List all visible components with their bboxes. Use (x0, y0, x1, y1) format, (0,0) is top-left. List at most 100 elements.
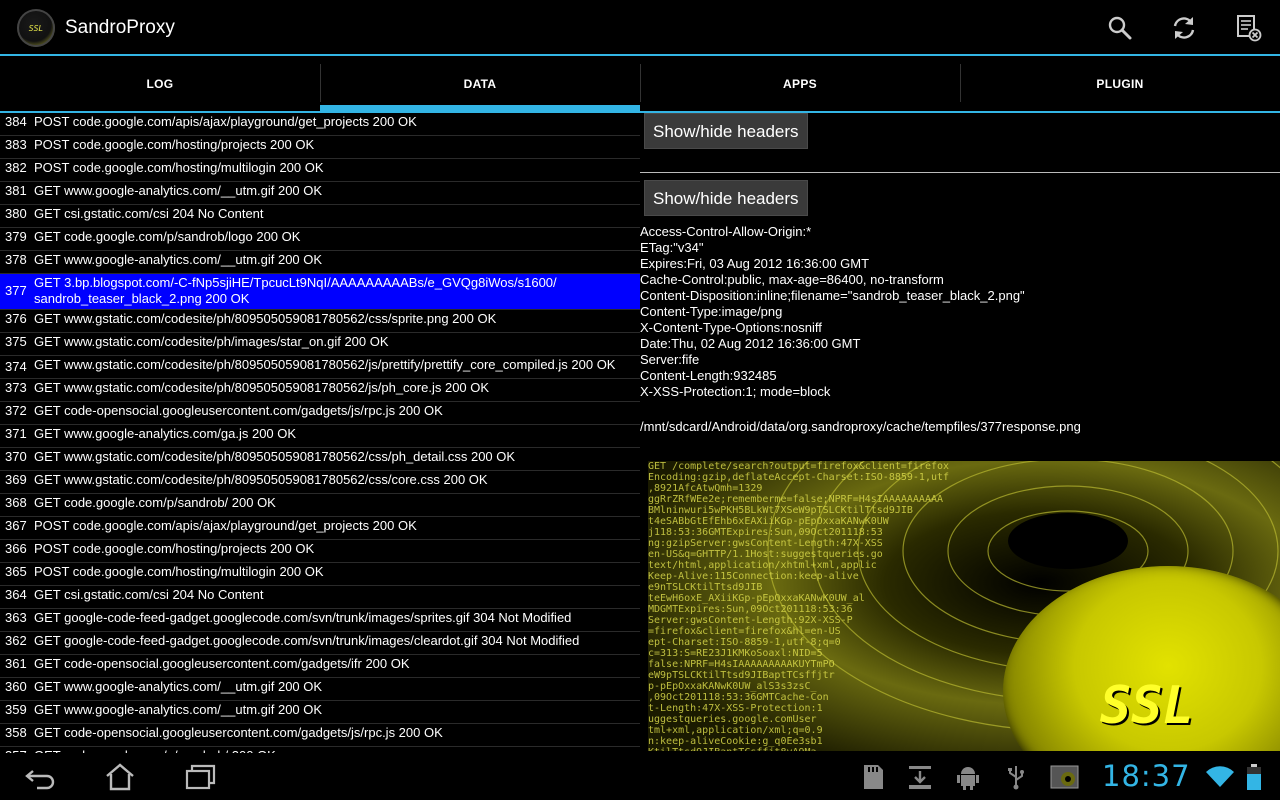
request-row[interactable]: 366 POST code.google.com/hosting/projects… (0, 540, 640, 563)
request-id: 376 (5, 311, 27, 326)
request-id: 377 (5, 283, 27, 298)
app-logo-icon[interactable]: SSL (17, 9, 55, 47)
request-summary: GET google-code-feed-gadget.googlecode.c… (34, 633, 580, 648)
response-header-line: Content-Type:image/png (640, 304, 783, 319)
request-id: 382 (5, 160, 27, 175)
request-row[interactable]: 384 POST code.google.com/apis/ajax/playgr… (0, 113, 640, 136)
ssl-logo-text: SSL (1100, 676, 1194, 736)
download-icon (907, 763, 933, 791)
request-row[interactable]: 362 GET google-code-feed-gadget.googlecod… (0, 632, 640, 655)
request-row[interactable]: 369 GET www.gstatic.com/codesite/ph/80950… (0, 471, 640, 494)
system-navigation-bar: 18:37 (0, 753, 1280, 800)
request-row[interactable]: 363 GET google-code-feed-gadget.googlecod… (0, 609, 640, 632)
request-id: 361 (5, 656, 27, 671)
request-id: 372 (5, 403, 27, 418)
request-row[interactable]: 371 GET www.google-analytics.com/ga.js 20… (0, 425, 640, 448)
home-icon[interactable] (103, 761, 137, 793)
request-row[interactable]: 383 POST code.google.com/hosting/projects… (0, 136, 640, 159)
request-id: 371 (5, 426, 27, 441)
request-list[interactable]: 384 POST code.google.com/apis/ajax/playgr… (0, 113, 640, 753)
request-row[interactable]: 376 GET www.gstatic.com/codesite/ph/80950… (0, 310, 640, 333)
response-header-line: Content-Disposition:inline;filename="san… (640, 288, 1025, 303)
request-summary: GET code-opensocial.googleusercontent.co… (34, 725, 443, 740)
refresh-icon[interactable] (1170, 14, 1198, 42)
request-summary: GET www.google-analytics.com/__utm.gif 2… (34, 183, 323, 198)
request-row[interactable]: 377 GET 3.bp.blogspot.com/-C-fNp5sjiHE/Tp… (0, 274, 640, 310)
request-id: 378 (5, 252, 27, 267)
response-image-preview: GET /complete/search?output=firefox&clie… (648, 461, 1280, 751)
request-id: 363 (5, 610, 27, 625)
request-summary: POST code.google.com/apis/ajax/playgroun… (34, 518, 417, 533)
search-icon[interactable] (1106, 14, 1134, 42)
android-debug-icon (955, 763, 981, 791)
request-id: 367 (5, 518, 27, 533)
request-summary: GET 3.bp.blogspot.com/-C-fNp5sjiHE/Tpcuc… (34, 275, 557, 306)
request-summary: GET www.gstatic.com/codesite/ph/80950505… (34, 449, 516, 464)
request-row[interactable]: 380 GET csi.gstatic.com/csi 204 No Conten… (0, 205, 640, 228)
request-id: 384 (5, 114, 27, 129)
response-header-line: Server:fife (640, 352, 700, 367)
action-bar: SSL SandroProxy (0, 0, 1280, 56)
request-row[interactable]: 360 GET www.google-analytics.com/__utm.gi… (0, 678, 640, 701)
request-row[interactable]: 365 POST code.google.com/hosting/multilog… (0, 563, 640, 586)
toggle-request-headers-button[interactable]: Show/hide headers (644, 113, 808, 149)
request-summary: GET csi.gstatic.com/csi 204 No Content (34, 587, 264, 602)
request-row[interactable]: 358 GET code-opensocial.googleusercontent… (0, 724, 640, 747)
request-id: 366 (5, 541, 27, 556)
tab-data[interactable]: DATA (320, 56, 640, 111)
request-summary: GET code.google.com/p/sandrob/logo 200 O… (34, 229, 301, 244)
request-row[interactable]: 374 GET www.gstatic.com/codesite/ph/80950… (0, 356, 640, 379)
response-header-line: Content-Length:932485 (640, 368, 777, 383)
app-logo-text: SSL (28, 23, 44, 33)
request-id: 362 (5, 633, 27, 648)
request-id: 379 (5, 229, 27, 244)
request-id: 358 (5, 725, 27, 740)
request-summary: GET www.gstatic.com/codesite/ph/80950505… (34, 380, 490, 395)
request-id: 375 (5, 334, 27, 349)
request-summary: POST code.google.com/apis/ajax/playgroun… (34, 114, 417, 129)
battery-icon (1244, 763, 1264, 791)
status-clock: 18:37 (1102, 759, 1191, 793)
request-row[interactable]: 368 GET code.google.com/p/sandrob/ 200 OK (0, 494, 640, 517)
request-summary: GET code.google.com/p/sandrob/ 200 OK (34, 495, 276, 510)
request-summary: POST code.google.com/hosting/projects 20… (34, 541, 315, 556)
request-summary: GET code-opensocial.googleusercontent.co… (34, 656, 410, 671)
tab-apps[interactable]: APPS (640, 56, 960, 111)
toggle-response-headers-button[interactable]: Show/hide headers (644, 180, 808, 216)
recent-apps-icon[interactable] (183, 761, 217, 793)
request-summary: GET www.google-analytics.com/__utm.gif 2… (34, 252, 323, 267)
request-row[interactable]: 375 GET www.gstatic.com/codesite/ph/image… (0, 333, 640, 356)
request-summary: GET code-opensocial.googleusercontent.co… (34, 403, 443, 418)
request-summary: GET www.google-analytics.com/__utm.gif 2… (34, 702, 323, 717)
request-row[interactable]: 378 GET www.google-analytics.com/__utm.gi… (0, 251, 640, 274)
request-row[interactable]: 361 GET code-opensocial.googleusercontent… (0, 655, 640, 678)
request-row[interactable]: 379 GET code.google.com/p/sandrob/logo 20… (0, 228, 640, 251)
clear-log-icon[interactable] (1235, 14, 1263, 42)
response-header-line: Cache-Control:public, max-age=86400, no-… (640, 272, 944, 287)
tab-log[interactable]: LOG (0, 56, 320, 111)
request-row[interactable]: 364 GET csi.gstatic.com/csi 204 No Conten… (0, 586, 640, 609)
request-id: 380 (5, 206, 27, 221)
request-summary: POST code.google.com/hosting/multilogin … (34, 160, 324, 175)
tab-data-label: DATA (463, 76, 497, 91)
request-summary: GET www.gstatic.com/codesite/ph/80950505… (34, 472, 488, 487)
request-summary: GET www.google-analytics.com/__utm.gif 2… (34, 679, 323, 694)
request-row[interactable]: 381 GET www.google-analytics.com/__utm.gi… (0, 182, 640, 205)
back-icon[interactable] (23, 761, 57, 793)
response-headers: Access-Control-Allow-Origin:* ETag:"v34" E… (640, 224, 1025, 400)
request-id: 364 (5, 587, 27, 602)
response-header-line: X-Content-Type-Options:nosniff (640, 320, 822, 335)
tab-plugin[interactable]: PLUGIN (960, 56, 1280, 111)
request-id: 360 (5, 679, 27, 694)
request-row[interactable]: 372 GET code-opensocial.googleusercontent… (0, 402, 640, 425)
request-row[interactable]: 367 POST code.google.com/apis/ajax/playgr… (0, 517, 640, 540)
request-row[interactable]: 373 GET www.gstatic.com/codesite/ph/80950… (0, 379, 640, 402)
request-id: 381 (5, 183, 27, 198)
request-row[interactable]: 370 GET www.gstatic.com/codesite/ph/80950… (0, 448, 640, 471)
request-row[interactable]: 359 GET www.google-analytics.com/__utm.gi… (0, 701, 640, 724)
request-row[interactable]: 382 POST code.google.com/hosting/multilog… (0, 159, 640, 182)
screenshot-notification-icon (1050, 763, 1080, 791)
request-summary: GET www.gstatic.com/codesite/ph/80950505… (34, 357, 616, 372)
app-title: SandroProxy (65, 17, 175, 38)
request-summary: GET csi.gstatic.com/csi 204 No Content (34, 206, 264, 221)
